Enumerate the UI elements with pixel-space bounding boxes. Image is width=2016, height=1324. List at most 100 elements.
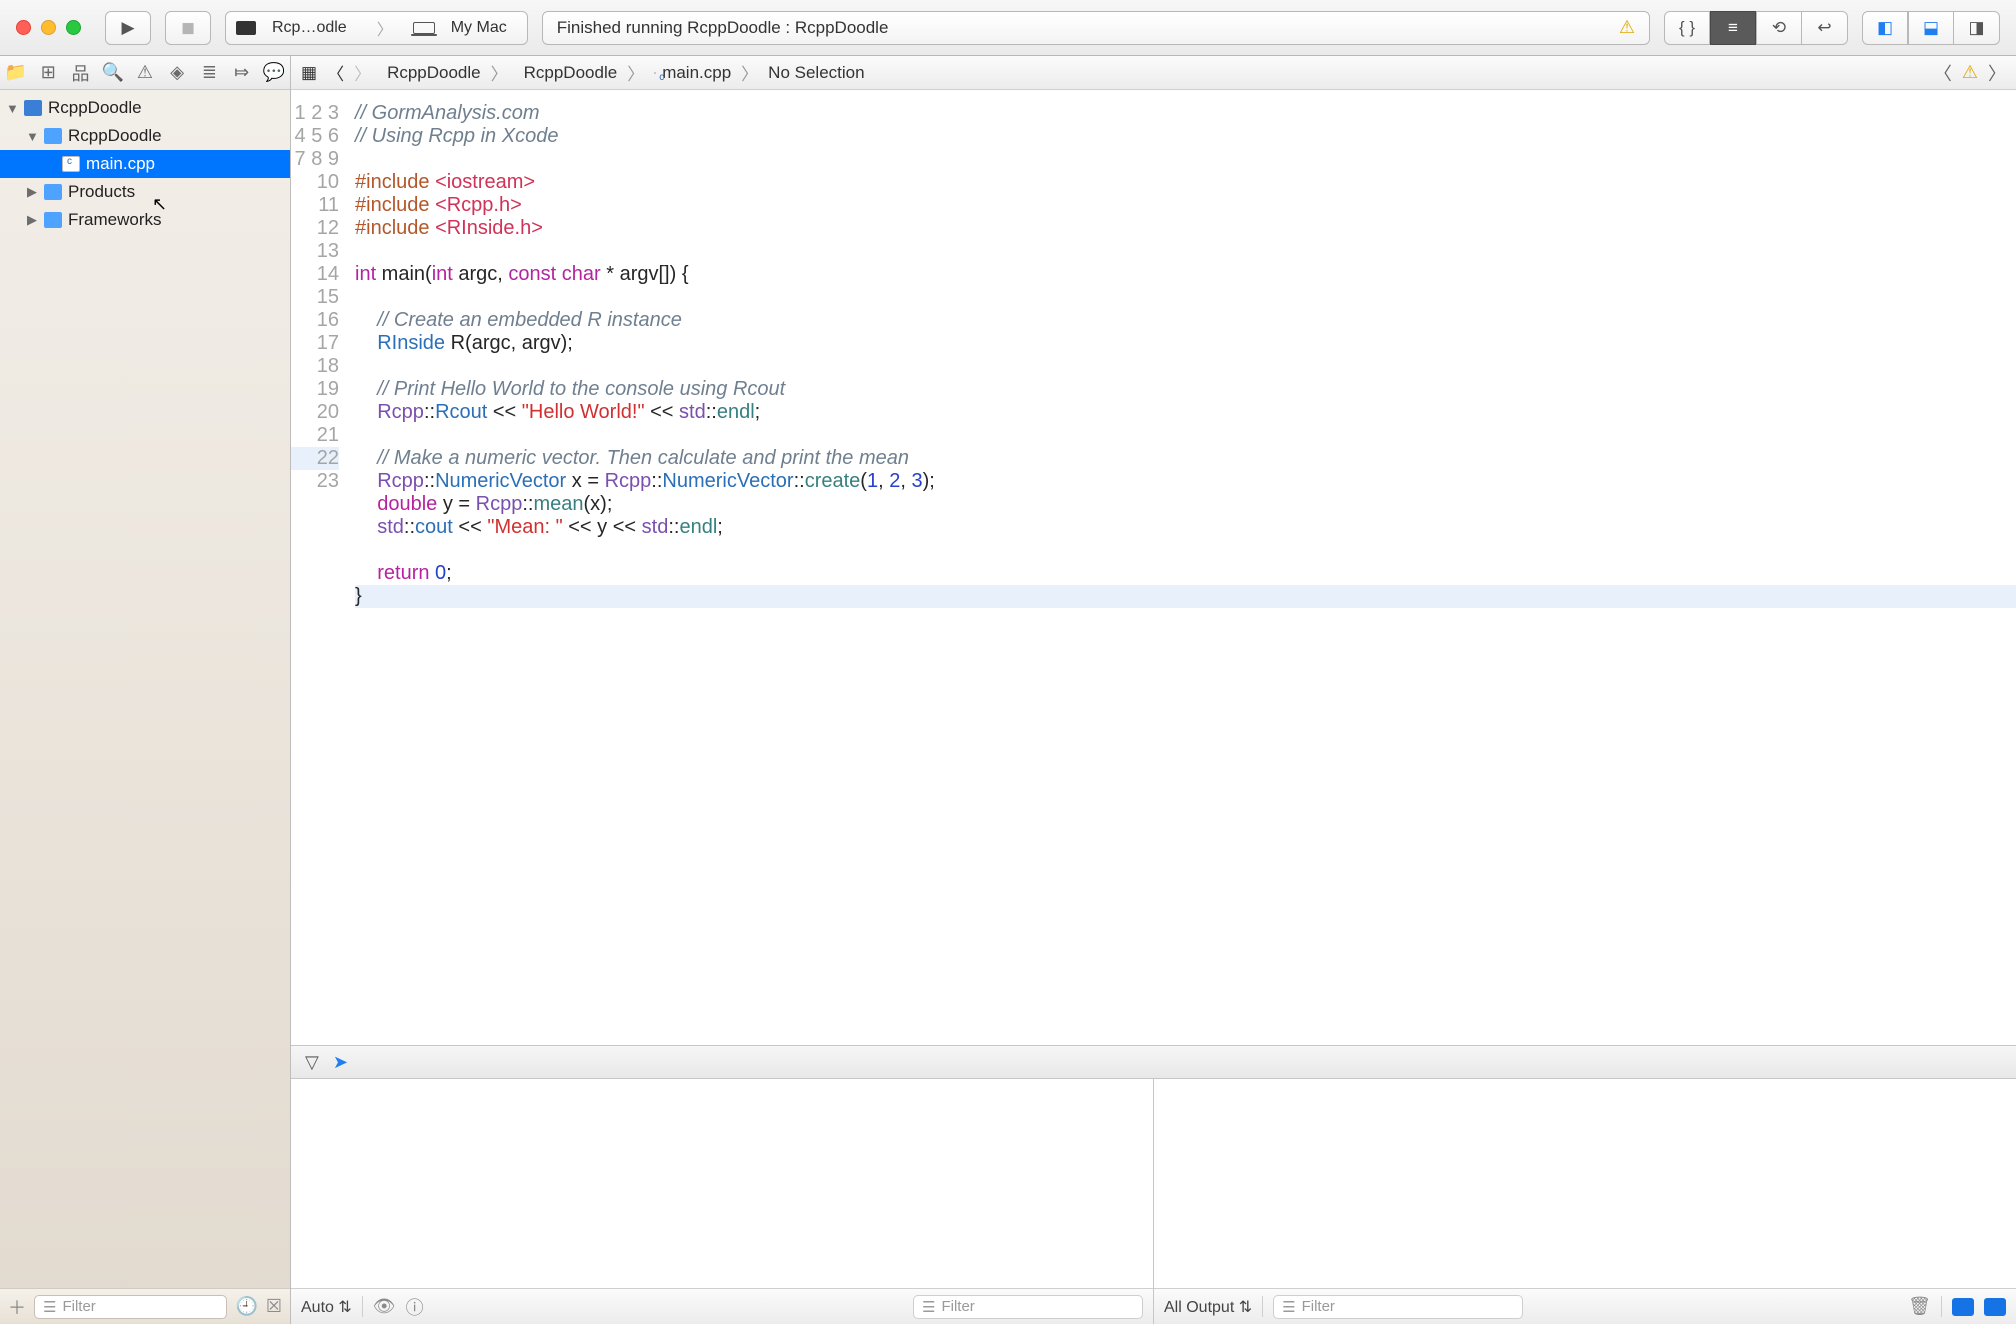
- console-mode-selector[interactable]: All Output ⇅: [1164, 1297, 1252, 1317]
- crumb-selection[interactable]: No Selection: [768, 63, 864, 83]
- nav-forward-button[interactable]: 〉: [354, 60, 371, 85]
- recent-filter-icon[interactable]: 🕘: [235, 1296, 257, 1317]
- review-editor-button[interactable]: ↩: [1802, 11, 1848, 45]
- assistant-editor-button[interactable]: ≡: [1710, 11, 1756, 45]
- toolbar: ▶ ◼ Rcp…odle 〉 My Mac Finished running R…: [0, 0, 2016, 56]
- chevron-right-icon: 〉: [741, 60, 758, 85]
- scheme-target-label: Rcp…odle: [262, 19, 357, 37]
- variables-filter-field[interactable]: ☰ Filter: [913, 1295, 1143, 1319]
- add-button[interactable]: ＋: [8, 1294, 26, 1320]
- standard-editor-button[interactable]: { }: [1664, 11, 1710, 45]
- main-area: 📁 ⊞ 品 🔍 ⚠︎ ◈ ≣ ⤇ 💬 ▼ RcppDoodle ▼ RcppDo…: [0, 56, 2016, 1324]
- report-navigator-tab[interactable]: 💬: [258, 62, 290, 83]
- source-control-navigator-tab[interactable]: ⊞: [32, 62, 64, 83]
- related-items-icon[interactable]: ▦: [301, 63, 317, 83]
- breakpoint-navigator-tab[interactable]: ⤇: [226, 62, 258, 83]
- window-controls: [16, 20, 81, 35]
- tree-file-node-main[interactable]: main.cpp: [0, 150, 290, 178]
- minimize-window-button[interactable]: [41, 20, 56, 35]
- project-navigator-tab[interactable]: 📁: [0, 62, 32, 83]
- version-editor-button[interactable]: ⟲: [1756, 11, 1802, 45]
- editor-mode-seg: { } ≡ ⟲ ↩: [1664, 11, 1848, 45]
- filter-icon: ☰: [922, 1298, 935, 1316]
- jump-next-button[interactable]: 〉: [1988, 60, 2006, 86]
- folder-icon: [44, 212, 62, 228]
- navigator-panel: 📁 ⊞ 品 🔍 ⚠︎ ◈ ≣ ⤇ 💬 ▼ RcppDoodle ▼ RcppDo…: [0, 56, 291, 1324]
- toggle-debug-area-button[interactable]: ⬓: [1908, 11, 1954, 45]
- tree-frameworks-label: Frameworks: [68, 210, 162, 230]
- filter-icon: ☰: [1282, 1298, 1295, 1316]
- chevron-right-icon: 〉: [491, 60, 508, 85]
- filter-icon: ☰: [43, 1298, 56, 1316]
- tree-group-label: RcppDoodle: [68, 126, 162, 146]
- code-content[interactable]: // GormAnalysis.com // Using Rcpp in Xco…: [349, 90, 2016, 1045]
- zoom-window-button[interactable]: [66, 20, 81, 35]
- editor-column: ▦ 〈 〉 RcppDoodle 〉 RcppDoodle 〉 main.cpp…: [291, 56, 2016, 1324]
- clear-console-button[interactable]: 🗑: [1908, 1296, 1931, 1317]
- tree-project-label: RcppDoodle: [48, 98, 142, 118]
- show-variables-toggle[interactable]: [1952, 1298, 1974, 1316]
- tree-products-label: Products: [68, 182, 135, 202]
- variables-mode-selector[interactable]: Auto ⇅: [301, 1297, 352, 1317]
- cpp-file-icon: [62, 156, 80, 172]
- folder-icon: [44, 184, 62, 200]
- find-navigator-tab[interactable]: 🔍: [97, 62, 129, 83]
- crumb-group[interactable]: RcppDoodle: [518, 63, 618, 83]
- info-icon[interactable]: ⓘ: [406, 1294, 424, 1320]
- activity-status[interactable]: Finished running RcppDoodle : RcppDoodle…: [542, 11, 1650, 45]
- console-filter-field[interactable]: ☰ Filter: [1273, 1295, 1523, 1319]
- crumb-file[interactable]: main.cpp: [654, 63, 731, 83]
- variables-footer: Auto ⇅ 👁 ⓘ ☰ Filter: [291, 1288, 1153, 1324]
- scheme-selector[interactable]: Rcp…odle 〉 My Mac: [225, 11, 528, 45]
- debug-area: Auto ⇅ 👁 ⓘ ☰ Filter All Output ⇅: [291, 1079, 2016, 1324]
- variables-body[interactable]: [291, 1079, 1153, 1288]
- tree-file-label: main.cpp: [86, 154, 155, 174]
- scm-filter-icon[interactable]: ☒: [266, 1296, 282, 1317]
- project-tree[interactable]: ▼ RcppDoodle ▼ RcppDoodle main.cpp ▶ Pro…: [0, 90, 290, 1288]
- debug-hide-button[interactable]: ▽: [305, 1052, 319, 1073]
- test-navigator-tab[interactable]: ◈: [161, 62, 193, 83]
- run-button[interactable]: ▶: [105, 11, 151, 45]
- show-console-toggle[interactable]: [1984, 1298, 2006, 1316]
- chevron-down-icon[interactable]: ▼: [6, 101, 18, 116]
- quicklook-icon[interactable]: 👁: [373, 1296, 396, 1317]
- tree-project-node[interactable]: ▼ RcppDoodle: [0, 94, 290, 122]
- navigator-filter-placeholder: Filter: [62, 1298, 95, 1315]
- warning-icon[interactable]: ⚠︎: [1619, 17, 1635, 38]
- console-footer: All Output ⇅ ☰ Filter 🗑: [1154, 1288, 2016, 1324]
- chevron-right-icon[interactable]: ▶: [26, 212, 38, 228]
- terminal-icon: [236, 21, 256, 35]
- chevron-right-icon[interactable]: ▶: [26, 184, 38, 200]
- tree-frameworks-node[interactable]: ▶ Frameworks: [0, 206, 290, 234]
- close-window-button[interactable]: [16, 20, 31, 35]
- laptop-icon: [413, 22, 435, 34]
- chevron-right-icon: 〉: [627, 60, 644, 85]
- navigator-selector: 📁 ⊞ 品 🔍 ⚠︎ ◈ ≣ ⤇ 💬: [0, 56, 290, 90]
- symbol-navigator-tab[interactable]: 品: [64, 60, 96, 86]
- line-number-gutter[interactable]: 1 2 3 4 5 6 7 8 9 10 11 12 13 14 15 16 1…: [291, 90, 349, 1045]
- toggle-inspector-button[interactable]: ◨: [1954, 11, 2000, 45]
- jump-prev-button[interactable]: 〈: [1934, 60, 1952, 86]
- status-text: Finished running RcppDoodle : RcppDoodle: [557, 18, 889, 38]
- nav-back-button[interactable]: 〈: [327, 60, 344, 85]
- navigator-filter-field[interactable]: ☰ Filter: [34, 1295, 227, 1319]
- tree-products-node[interactable]: ▶ Products: [0, 178, 290, 206]
- crumb-project[interactable]: RcppDoodle: [381, 63, 481, 83]
- stop-button[interactable]: ◼: [165, 11, 211, 45]
- jump-bar: ▦ 〈 〉 RcppDoodle 〉 RcppDoodle 〉 main.cpp…: [291, 56, 2016, 90]
- panel-toggles: ◧ ⬓ ◨: [1862, 11, 2000, 45]
- console-body[interactable]: [1154, 1079, 2016, 1288]
- jump-warning-icon[interactable]: ⚠︎: [1962, 62, 1978, 83]
- variables-view: Auto ⇅ 👁 ⓘ ☰ Filter: [291, 1079, 1153, 1324]
- issue-navigator-tab[interactable]: ⚠︎: [129, 62, 161, 83]
- toggle-navigator-button[interactable]: ◧: [1862, 11, 1908, 45]
- debug-continue-icon[interactable]: ➤: [333, 1052, 348, 1073]
- source-editor[interactable]: 1 2 3 4 5 6 7 8 9 10 11 12 13 14 15 16 1…: [291, 90, 2016, 1045]
- tree-group-node[interactable]: ▼ RcppDoodle: [0, 122, 290, 150]
- console-view: All Output ⇅ ☰ Filter 🗑: [1153, 1079, 2016, 1324]
- project-icon: [24, 100, 42, 116]
- chevron-down-icon[interactable]: ▼: [26, 129, 38, 144]
- folder-icon: [44, 128, 62, 144]
- scheme-device-label: My Mac: [441, 19, 517, 37]
- debug-navigator-tab[interactable]: ≣: [193, 62, 225, 83]
